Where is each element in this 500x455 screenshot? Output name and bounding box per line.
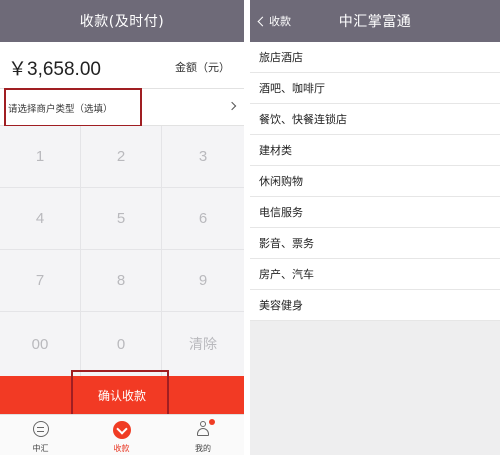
key-7[interactable]: 7 xyxy=(0,250,81,312)
category-item[interactable]: 酒吧、咖啡厅 xyxy=(250,73,500,104)
category-item[interactable]: 旅店酒店 xyxy=(250,42,500,73)
zhonghui-logo-icon xyxy=(32,421,49,437)
key-5[interactable]: 5 xyxy=(81,188,162,250)
tab-zhonghui[interactable]: 中汇 xyxy=(0,415,81,455)
chevron-left-icon xyxy=(257,16,268,26)
numeric-keypad: 1 2 3 4 5 6 7 8 9 00 0 清除 xyxy=(0,126,244,376)
key-2[interactable]: 2 xyxy=(81,126,162,188)
notification-dot xyxy=(209,419,215,425)
key-4[interactable]: 4 xyxy=(0,188,81,250)
tab-collect[interactable]: 收款 xyxy=(81,415,162,455)
amount-display: ￥3,658.00 金额（元） xyxy=(0,42,244,89)
back-label: 收款 xyxy=(269,15,291,28)
payment-screen: 收款(及时付) ￥3,658.00 金额（元） 请选择商户类型（选填） 1 2 … xyxy=(0,0,244,455)
tab-zhonghui-label: 中汇 xyxy=(32,444,49,453)
key-0[interactable]: 0 xyxy=(81,312,162,376)
amount-value: ￥3,658.00 xyxy=(8,59,101,80)
payment-navbar: 收款(及时付) xyxy=(0,0,244,42)
category-item[interactable]: 电信服务 xyxy=(250,197,500,228)
tab-profile-label: 我的 xyxy=(195,444,211,453)
merchant-category-screen: 收款 中汇掌富通 旅店酒店 酒吧、咖啡厅 餐饮、快餐连锁店 建材类 休闲购物 电… xyxy=(250,0,500,455)
category-item[interactable]: 影音、票务 xyxy=(250,228,500,259)
key-9[interactable]: 9 xyxy=(162,250,244,312)
category-item[interactable]: 餐饮、快餐连锁店 xyxy=(250,104,500,135)
back-button[interactable]: 收款 xyxy=(256,0,291,42)
key-1[interactable]: 1 xyxy=(0,126,81,188)
bottom-tab-bar: 中汇 收款 我的 xyxy=(0,414,244,455)
category-page-title: 中汇掌富通 xyxy=(338,14,412,30)
merchant-category-list: 旅店酒店 酒吧、咖啡厅 餐饮、快餐连锁店 建材类 休闲购物 电信服务 影音、票务… xyxy=(250,42,500,321)
tab-profile[interactable]: 我的 xyxy=(162,415,244,455)
merchant-highlight-box xyxy=(4,88,142,127)
profile-icon xyxy=(196,419,215,436)
key-8[interactable]: 8 xyxy=(81,250,162,312)
key-3[interactable]: 3 xyxy=(162,126,244,188)
key-6[interactable]: 6 xyxy=(162,188,244,250)
collect-payment-icon xyxy=(112,421,131,439)
category-item[interactable]: 美容健身 xyxy=(250,290,500,321)
page-title: 收款(及时付) xyxy=(79,14,165,30)
key-clear[interactable]: 清除 xyxy=(162,312,244,376)
chevron-right-icon xyxy=(227,101,237,111)
category-navbar: 收款 中汇掌富通 xyxy=(250,0,500,42)
confirm-highlight-box xyxy=(71,370,169,417)
key-00[interactable]: 00 xyxy=(0,312,81,376)
category-item[interactable]: 房产、汽车 xyxy=(250,259,500,290)
category-item[interactable]: 休闲购物 xyxy=(250,166,500,197)
category-item[interactable]: 建材类 xyxy=(250,135,500,166)
amount-label: 金额（元） xyxy=(175,61,230,74)
tab-collect-label: 收款 xyxy=(113,444,130,453)
